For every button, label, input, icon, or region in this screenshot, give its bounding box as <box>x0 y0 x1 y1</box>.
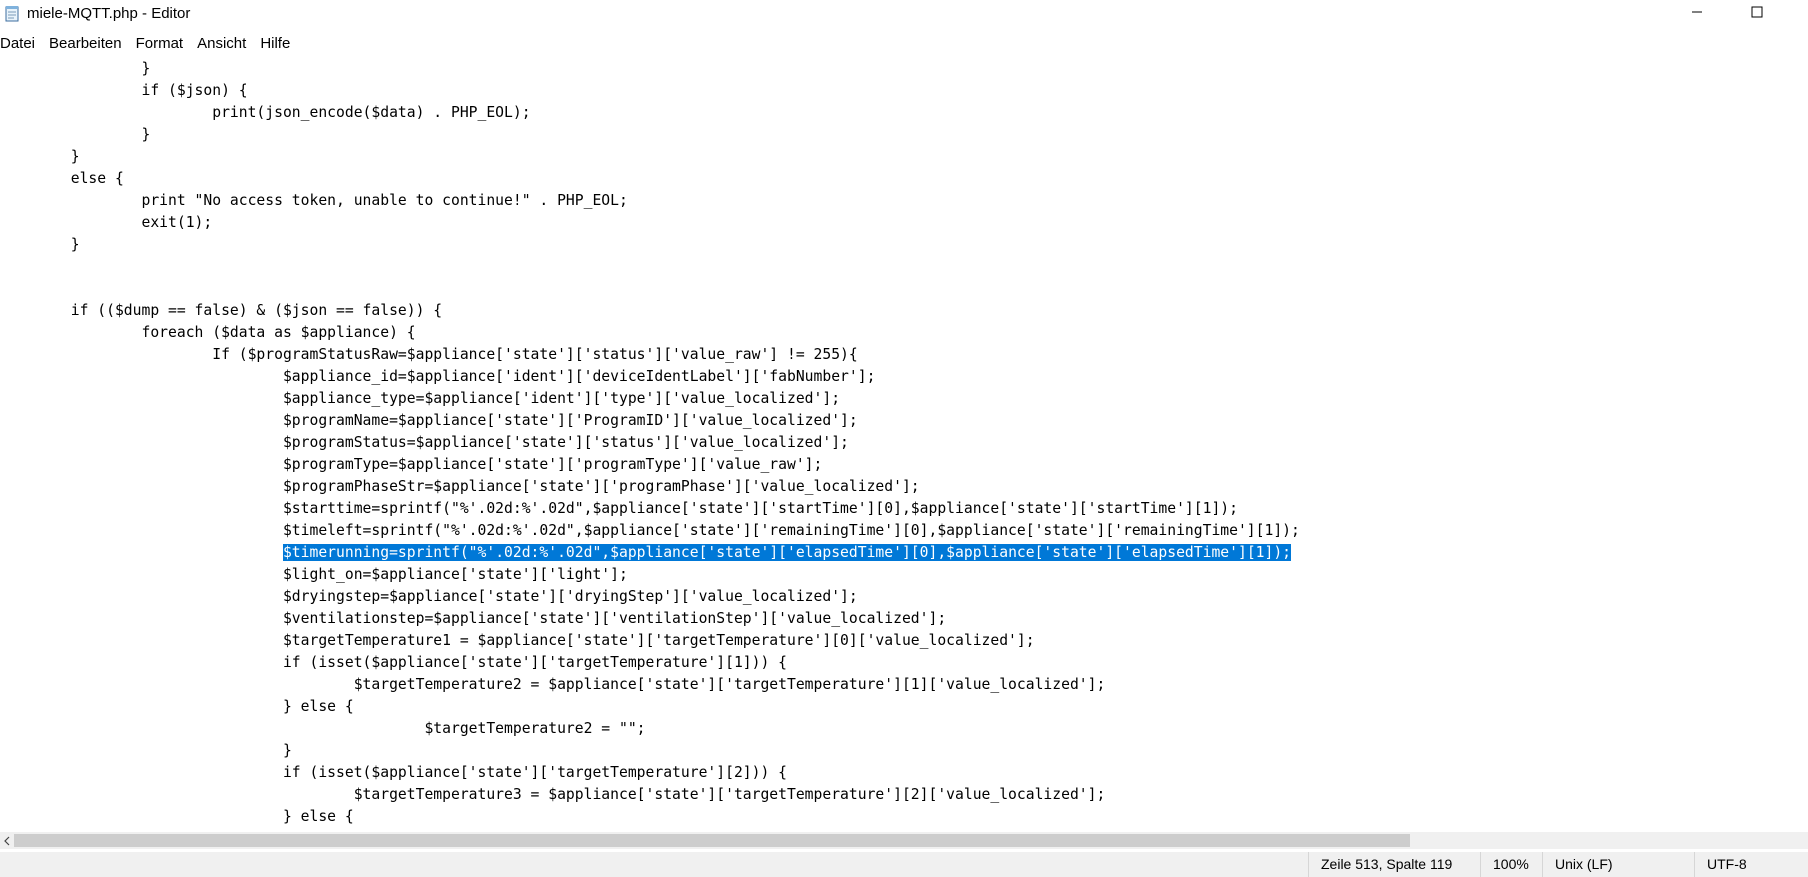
code-line[interactable]: if (($dump == false) & ($json == false))… <box>0 300 1300 322</box>
code-line[interactable]: if (isset($appliance['state']['targetTem… <box>0 652 1300 674</box>
code-line[interactable]: } <box>0 124 1300 146</box>
code-line[interactable]: } <box>0 740 1300 762</box>
code-line[interactable]: if (isset($appliance['state']['targetTem… <box>0 762 1300 784</box>
scrollbar-thumb[interactable] <box>14 834 1410 847</box>
window-title: miele-MQTT.php - Editor <box>27 5 191 22</box>
cursor-position: Zeile 513, Spalte 119 <box>1308 852 1491 877</box>
status-bar: Zeile 513, Spalte 119 100% Unix (LF) UTF… <box>0 852 1808 877</box>
code-line[interactable]: $targetTemperature2 = $appliance['state'… <box>0 674 1300 696</box>
code-line[interactable]: if ($json) { <box>0 80 1300 102</box>
minimize-icon <box>1691 5 1703 23</box>
line-ending: Unix (LF) <box>1542 852 1705 877</box>
code-line[interactable]: $targetTemperature1 = $appliance['state'… <box>0 630 1300 652</box>
code-line[interactable]: else { <box>0 168 1300 190</box>
code-line[interactable]: $programPhaseStr=$appliance['state']['pr… <box>0 476 1300 498</box>
code-line[interactable]: exit(1); <box>0 212 1300 234</box>
code-line[interactable]: If ($programStatusRaw=$appliance['state'… <box>0 344 1300 366</box>
horizontal-scrollbar[interactable] <box>0 832 1808 849</box>
code-line[interactable]: } <box>0 234 1300 256</box>
menu-format[interactable]: Format <box>129 32 191 56</box>
code-line[interactable]: $timerunning=sprintf("%'.02d:%'.02d",$ap… <box>0 542 1300 564</box>
code-line[interactable]: } else { <box>0 696 1300 718</box>
menu-bar: Datei Bearbeiten Format Ansicht Hilfe <box>0 32 1808 56</box>
code-line[interactable]: } else { <box>0 806 1300 828</box>
minimize-button[interactable] <box>1674 0 1720 28</box>
chevron-left-icon[interactable] <box>0 832 14 849</box>
code-line[interactable]: $timeleft=sprintf("%'.02d:%'.02d",$appli… <box>0 520 1300 542</box>
code-line[interactable]: } <box>0 146 1300 168</box>
code-line[interactable]: $targetTemperature3 = $appliance['state'… <box>0 784 1300 806</box>
code-line[interactable]: $light_on=$appliance['state']['light']; <box>0 564 1300 586</box>
maximize-icon <box>1751 5 1763 23</box>
menu-ansicht[interactable]: Ansicht <box>190 32 253 56</box>
menu-hilfe[interactable]: Hilfe <box>253 32 297 56</box>
menu-bearbeiten[interactable]: Bearbeiten <box>42 32 129 56</box>
selected-text[interactable]: $timerunning=sprintf("%'.02d:%'.02d",$ap… <box>282 544 1292 561</box>
code-line[interactable]: $dryingstep=$appliance['state']['dryingS… <box>0 586 1300 608</box>
code-line[interactable]: foreach ($data as $appliance) { <box>0 322 1300 344</box>
notepad-icon <box>5 5 19 22</box>
menu-datei[interactable]: Datei <box>0 32 42 56</box>
code-line[interactable]: $programName=$appliance['state']['Progra… <box>0 410 1300 432</box>
code-line[interactable]: print "No access token, unable to contin… <box>0 190 1300 212</box>
text-editor[interactable]: } if ($json) { print(json_encode($data) … <box>0 58 1808 832</box>
code-line[interactable]: $programStatus=$appliance['state']['stat… <box>0 432 1300 454</box>
code-line[interactable]: $appliance_id=$appliance['ident']['devic… <box>0 366 1300 388</box>
title-bar: miele-MQTT.php - Editor <box>0 0 1808 28</box>
code-line[interactable]: print(json_encode($data) . PHP_EOL); <box>0 102 1300 124</box>
code-line[interactable]: $programType=$appliance['state']['progra… <box>0 454 1300 476</box>
code-content[interactable]: } if ($json) { print(json_encode($data) … <box>0 58 1300 828</box>
code-line[interactable] <box>0 278 1300 300</box>
code-line[interactable]: $starttime=sprintf("%'.02d:%'.02d",$appl… <box>0 498 1300 520</box>
code-line[interactable]: $appliance_type=$appliance['ident']['typ… <box>0 388 1300 410</box>
code-line[interactable]: } <box>0 58 1300 80</box>
code-line[interactable]: $ventilationstep=$appliance['state']['ve… <box>0 608 1300 630</box>
code-line[interactable]: $targetTemperature2 = ""; <box>0 718 1300 740</box>
encoding: UTF-8 <box>1694 852 1807 877</box>
code-line[interactable] <box>0 256 1300 278</box>
maximize-button[interactable] <box>1734 0 1780 28</box>
